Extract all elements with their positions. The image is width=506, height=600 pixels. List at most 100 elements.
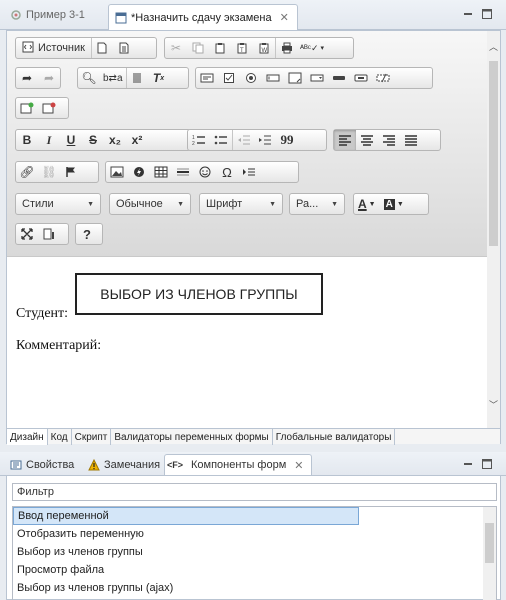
select-all-icon[interactable] [125,68,148,88]
minimize-icon[interactable] [462,8,474,20]
editor-frame: Источник ✂ T W ᴬᴮᶜ✓ ▾ ➦ ➦ 🔍︎ b⇄a Tx B I … [6,30,501,445]
numbered-list-icon[interactable]: 12 [188,130,210,150]
button-icon[interactable] [328,68,350,88]
chevron-down-icon: ▼ [396,200,404,208]
source-button[interactable]: Источник [16,38,91,58]
chevron-down-icon: ▼ [269,200,276,208]
paste-icon[interactable] [209,38,231,58]
outdent-icon[interactable] [232,130,254,150]
textfield-icon[interactable] [262,68,284,88]
toolbar-group-lists: 12 99 [187,129,327,151]
chevron-down-icon[interactable]: ﹀ [487,397,500,411]
checkbox-icon[interactable] [218,68,240,88]
replace-icon[interactable]: b⇄a [100,68,126,88]
superscript-button[interactable]: x² [126,130,148,150]
strike-button[interactable]: S [82,130,104,150]
minimize-icon[interactable] [462,458,474,470]
tab-form-validators[interactable]: Валидаторы переменных формы [111,429,273,445]
textarea-icon[interactable] [284,68,306,88]
text-color-button[interactable]: A ▼ [354,194,380,214]
list-item[interactable]: Ввод переменной [13,507,359,525]
radio-icon[interactable] [240,68,262,88]
remove-format-icon[interactable]: Tx [148,68,170,88]
list-item[interactable]: Просмотр файла [13,561,359,579]
blockquote-button[interactable]: 99 [276,130,298,150]
align-left-icon[interactable] [334,130,356,150]
select-icon[interactable] [306,68,328,88]
chevron-up-icon[interactable]: ︿ [487,39,500,53]
hidden-field-icon[interactable] [372,68,394,88]
flash-icon[interactable] [128,162,150,182]
find-icon[interactable]: 🔍︎ [78,68,100,88]
maximize-icon[interactable] [481,458,493,470]
close-icon[interactable]: ✕ [280,11,289,24]
horizontal-rule-icon[interactable] [172,162,194,182]
tab-design[interactable]: Дизайн [7,429,48,445]
styles-combo[interactable]: Стили ▼ [15,193,101,215]
table-icon[interactable] [150,162,172,182]
list-item[interactable]: Выбор из членов группы [13,543,359,561]
special-char-button[interactable]: Ω [216,162,238,182]
list-item[interactable]: Отобразить переменную [13,525,359,543]
font-size-combo[interactable]: Ра... ▼ [289,193,345,215]
filter-input[interactable] [12,483,497,501]
form-components-icon: <F> [167,460,184,470]
tab-properties[interactable]: Свойства [6,454,78,475]
copy-icon[interactable] [187,38,209,58]
tab-code[interactable]: Код [48,429,72,445]
redo-icon[interactable]: ➦ [38,68,60,88]
unlink-icon[interactable]: ⛓ [38,162,60,182]
editor-content[interactable]: ВЫБОР ИЗ ЧЛЕНОВ ГРУППЫ Студент: Коммента… [7,258,487,428]
tab-global-validators[interactable]: Глобальные валидаторы [273,429,396,445]
bold-button[interactable]: B [16,130,38,150]
paste-word-icon[interactable]: W [253,38,275,58]
group-member-select-field[interactable]: ВЫБОР ИЗ ЧЛЕНОВ ГРУППЫ [75,273,323,315]
subscript-button[interactable]: x₂ [104,130,126,150]
image-icon[interactable] [106,162,128,182]
tab-script[interactable]: Скрипт [72,429,112,445]
align-justify-icon[interactable] [400,130,422,150]
spellcheck-icon[interactable]: ᴬᴮᶜ✓ ▾ [297,38,327,58]
page-break-icon[interactable] [238,162,260,182]
align-right-icon[interactable] [378,130,400,150]
scrollbar-thumb[interactable] [485,523,494,563]
components-list: Ввод переменной Отобразить переменную Вы… [12,506,497,600]
list-item[interactable]: Выбор из членов группы (ajax) [13,579,359,597]
anchor-flag-icon[interactable] [60,162,82,182]
remove-template-icon[interactable] [38,98,60,118]
indent-icon[interactable] [254,130,276,150]
smiley-icon[interactable] [194,162,216,182]
cut-icon[interactable]: ✂ [165,38,187,58]
image-button-icon[interactable] [350,68,372,88]
maximize-editor-icon[interactable] [16,224,38,244]
student-label: Студент: [16,306,69,321]
maximize-icon[interactable] [481,8,493,20]
scrollbar-thumb[interactable] [489,61,498,246]
toolbar-group-links: 🔗︎ ⛓ [15,161,99,183]
tab-form-components[interactable]: <F> Компоненты форм ✕ [164,454,312,475]
list-scrollbar[interactable] [483,507,496,600]
link-icon[interactable]: 🔗︎ [16,162,38,182]
align-center-icon[interactable] [356,130,378,150]
underline-button[interactable]: U [60,130,82,150]
bulleted-list-icon[interactable] [210,130,232,150]
print-icon[interactable] [275,38,297,58]
tab-problems[interactable]: Замечания [84,454,164,475]
new-page-icon[interactable] [90,38,113,58]
format-combo[interactable]: Обычное ▼ [109,193,191,215]
source-icon [22,41,34,56]
italic-button[interactable]: I [38,130,60,150]
form-icon[interactable] [196,68,218,88]
show-blocks-icon[interactable] [38,224,60,244]
tab-example-3-1[interactable]: Пример 3-1 [4,4,98,26]
paste-text-icon[interactable]: T [231,38,253,58]
font-combo[interactable]: Шрифт ▼ [199,193,283,215]
insert-template-icon[interactable] [16,98,38,118]
close-icon[interactable]: ✕ [294,459,303,472]
help-button[interactable]: ? [76,224,98,244]
tab-assign-exam[interactable]: *Назначить сдачу экзамена ✕ [108,4,298,30]
editor-scrollbar[interactable]: ︿ ﹀ [487,31,500,428]
preview-icon[interactable] [113,38,135,58]
bg-color-button[interactable]: A ▼ [380,194,408,214]
undo-icon[interactable]: ➦ [16,68,38,88]
